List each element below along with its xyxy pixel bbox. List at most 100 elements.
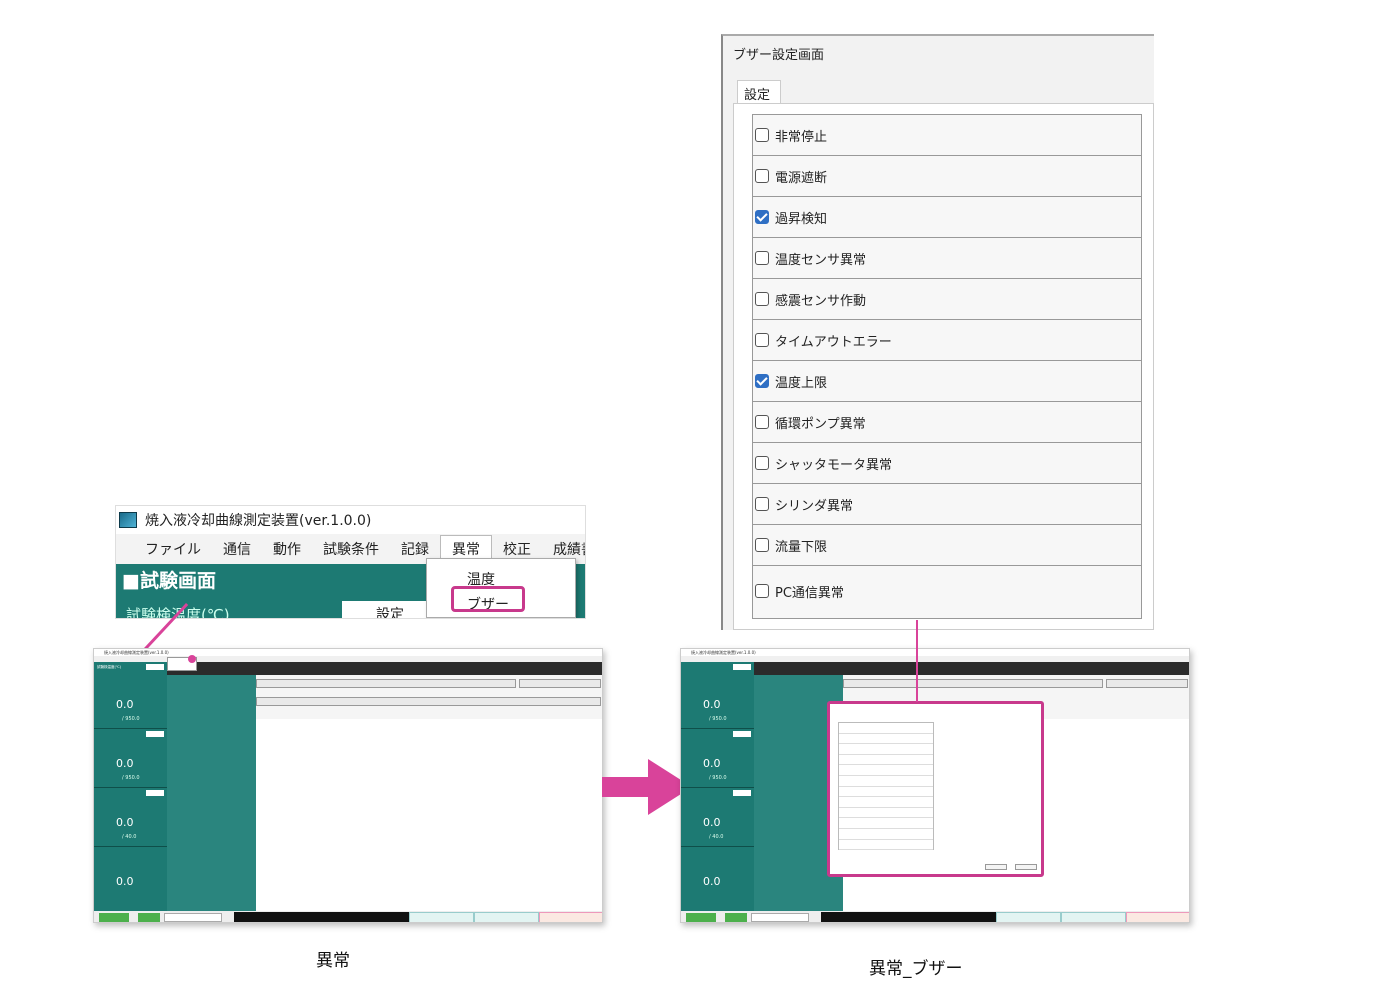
mini-separator: [94, 846, 167, 847]
checkbox-checked[interactable]: [755, 210, 769, 224]
buzzer-item-label: 循環ポンプ異常: [775, 416, 866, 432]
buzzer-item-row[interactable]: 温度上限: [753, 361, 1141, 402]
mini-chip: [733, 790, 751, 796]
buzzer-item-row[interactable]: 循環ポンプ異常: [753, 402, 1141, 443]
checkbox-unchecked[interactable]: [755, 584, 769, 598]
mini-status-green: [725, 913, 747, 922]
mini-button-row: [256, 697, 601, 706]
mini-buzzer-row: [839, 808, 933, 819]
buzzer-item-row[interactable]: PC通信異常: [753, 566, 1141, 616]
mini-limit-1: / 950.0: [122, 716, 140, 722]
menu-item-file[interactable]: ファイル: [134, 536, 212, 562]
dialog-connector-line: [916, 620, 918, 702]
checkbox-unchecked[interactable]: [755, 415, 769, 429]
mini-status-bar: [681, 911, 1189, 922]
mini-reading-2: 0.0: [116, 757, 134, 770]
buzzer-item-row[interactable]: シリンダ異常: [753, 484, 1141, 525]
mini-top-header: [167, 662, 602, 675]
buzzer-item-row[interactable]: タイムアウトエラー: [753, 320, 1141, 361]
mini-reading-4: 0.0: [703, 875, 721, 888]
mini-status-button: [1126, 912, 1189, 922]
mini-reading-2: 0.0: [703, 757, 721, 770]
mini-limit-2: / 950.0: [709, 775, 727, 781]
mini-reading-1: 0.0: [116, 698, 134, 711]
mini-buzzer-row: [839, 797, 933, 808]
tab-settings[interactable]: 設定: [737, 80, 781, 104]
mini-buzzer-row: [839, 840, 933, 851]
buzzer-item-label: タイムアウトエラー: [775, 334, 892, 350]
mini-button-row: [843, 679, 1103, 688]
checkbox-unchecked[interactable]: [755, 128, 769, 142]
flow-arrow-icon: [602, 759, 692, 815]
mini-reading-3: 0.0: [116, 816, 134, 829]
buzzer-item-label: 流量下限: [775, 539, 828, 555]
buzzer-item-row[interactable]: 電源遮断: [753, 156, 1141, 197]
tab-settings[interactable]: 設定: [342, 601, 438, 618]
mini-chip: [146, 790, 164, 796]
mini-button-row: [256, 679, 516, 688]
mini-buzzer-dialog: [827, 701, 1044, 877]
mini-buzzer-row: [839, 723, 933, 734]
checkbox-unchecked[interactable]: [755, 333, 769, 347]
mini-status-bar: [94, 911, 602, 922]
mini-reading-1: 0.0: [703, 698, 721, 711]
mini-title-bar: 焼入液冷却曲線測定装置(ver.1.0.0): [94, 649, 602, 656]
checkbox-unchecked[interactable]: [755, 251, 769, 265]
mini-status-button: [751, 913, 809, 922]
buzzer-item-label: 温度センサ異常: [775, 252, 867, 268]
mini-dropdown-marker: [188, 655, 196, 663]
mini-button-row: [1106, 679, 1188, 688]
abnormal-dropdown-menu: 温度 ブザー: [426, 558, 576, 618]
dialog-title: ブザー設定画面: [733, 48, 825, 63]
mini-status-button: [996, 912, 1061, 922]
buzzer-item-row[interactable]: 感震センサ作動: [753, 279, 1141, 320]
mini-chip: [146, 731, 164, 737]
mini-top-header: [754, 662, 1189, 675]
mini-limit-3: / 40.0: [709, 834, 724, 840]
mini-status-button: [1061, 912, 1126, 922]
mini-button-row: [519, 679, 601, 688]
mini-buzzer-row: [839, 829, 933, 840]
checkbox-unchecked[interactable]: [755, 292, 769, 306]
checkbox-checked[interactable]: [755, 374, 769, 388]
window-title: 焼入液冷却曲線測定装置(ver.1.0.0): [145, 513, 372, 529]
buzzer-item-row[interactable]: 流量下限: [753, 525, 1141, 566]
buzzer-highlight-box: [451, 586, 525, 612]
mini-status-green: [138, 913, 160, 922]
buzzer-item-row[interactable]: シャッタモータ異常: [753, 443, 1141, 484]
mini-chip: [146, 664, 164, 670]
checkbox-unchecked[interactable]: [755, 169, 769, 183]
mini-separator: [681, 787, 754, 788]
checkbox-unchecked[interactable]: [755, 497, 769, 511]
buzzer-item-list: 非常停止電源遮断過昇検知温度センサ異常感震センサ作動タイムアウトエラー 温度上限循…: [752, 114, 1142, 619]
checkbox-unchecked[interactable]: [755, 538, 769, 552]
buzzer-settings-dialog: ブザー設定画面 設定 非常停止電源遮断過昇検知温度センサ異常感震センサ作動タイム…: [721, 34, 1154, 630]
menu-item-operation[interactable]: 動作: [262, 536, 312, 562]
mini-status-button: [474, 912, 539, 922]
mini-limit-1: / 950.0: [709, 716, 727, 722]
mini-buzzer-list: [838, 722, 934, 851]
window-title-bar: 焼入液冷却曲線測定装置(ver.1.0.0): [116, 506, 585, 534]
mini-buzzer-row: [839, 744, 933, 755]
mini-label: 試験検温度(℃): [97, 665, 122, 669]
buzzer-item-label: 電源遮断: [775, 170, 828, 186]
buzzer-item-row[interactable]: 過昇検知: [753, 197, 1141, 238]
checkbox-unchecked[interactable]: [755, 456, 769, 470]
app-icon: [119, 512, 137, 528]
mini-buzzer-row: [839, 765, 933, 776]
mini-buzzer-row: [839, 787, 933, 798]
menu-item-communication[interactable]: 通信: [212, 536, 262, 562]
mini-separator: [681, 846, 754, 847]
buzzer-item-row[interactable]: 非常停止: [753, 115, 1141, 156]
mini-title-bar: 焼入液冷却曲線測定装置(ver.1.0.0): [681, 649, 1189, 656]
mini-status-green: [686, 913, 716, 922]
mini-separator: [681, 728, 754, 729]
menu-item-test-conditions[interactable]: 試験条件: [312, 536, 390, 562]
mini-ok-button: [985, 864, 1007, 870]
buzzer-item-label: シャッタモータ異常: [775, 457, 893, 473]
mini-limit-3: / 40.0: [122, 834, 137, 840]
buzzer-item-row[interactable]: 温度センサ異常: [753, 238, 1141, 279]
buzzer-item-label: PC通信異常: [775, 585, 844, 601]
mini-reading-3: 0.0: [703, 816, 721, 829]
buzzer-item-label: 温度上限: [775, 375, 828, 391]
